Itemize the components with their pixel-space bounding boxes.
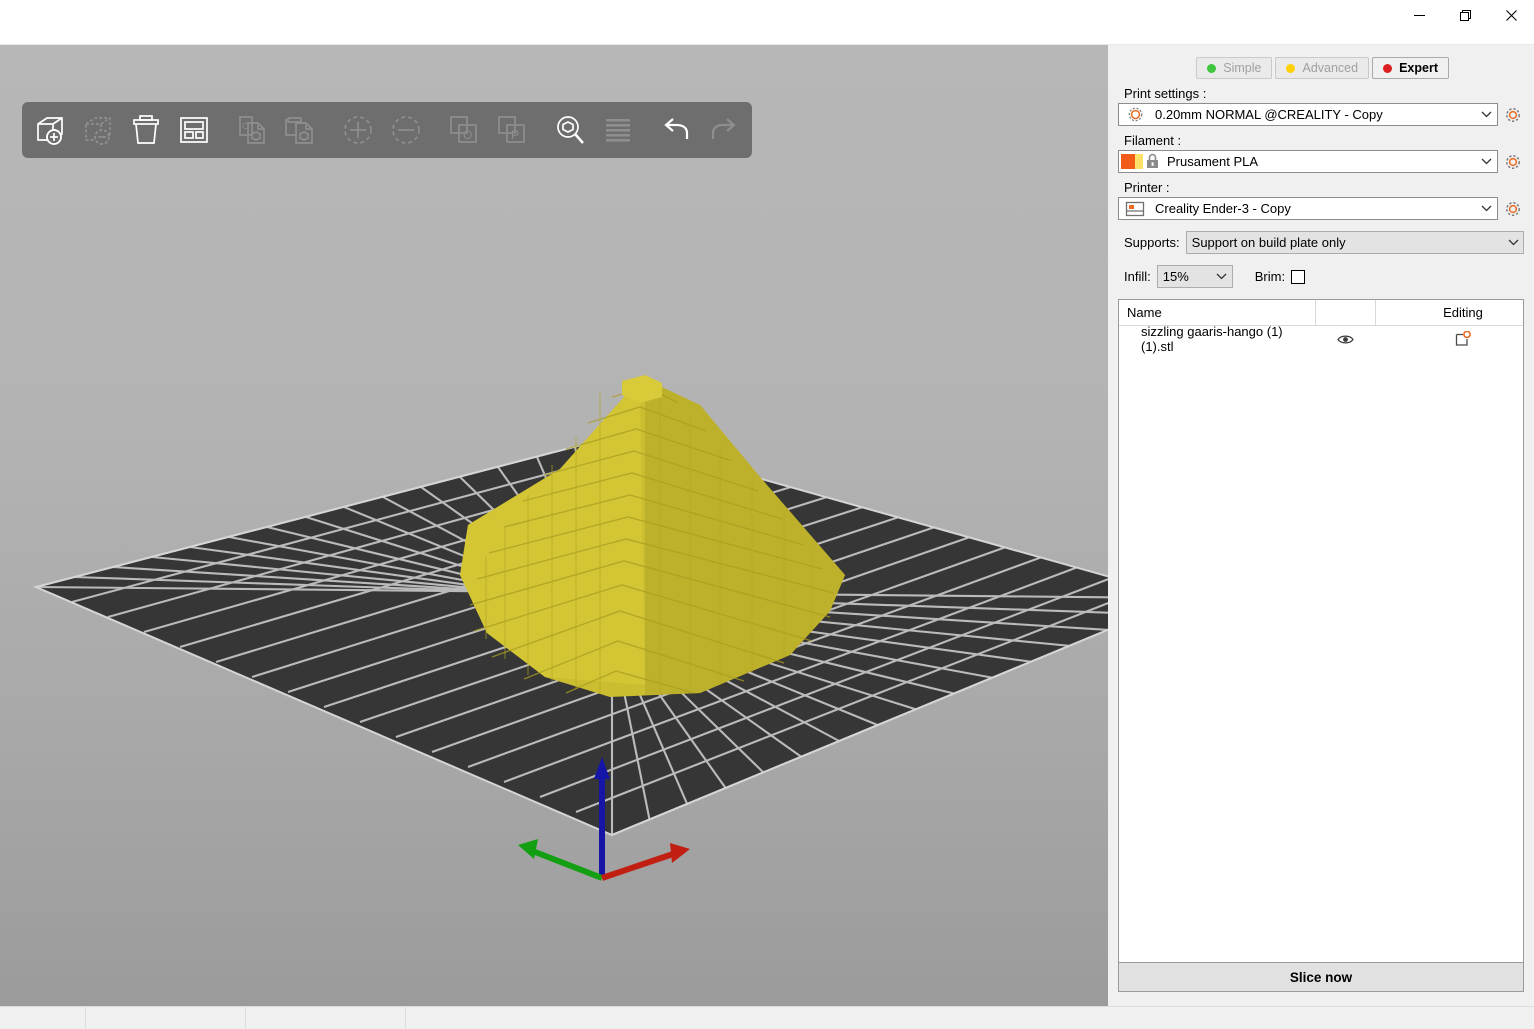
- object-list-header: Name Editing: [1119, 299, 1523, 326]
- chevron-down-icon[interactable]: [1475, 205, 1497, 212]
- delete-all-icon[interactable]: [122, 106, 170, 154]
- chevron-down-icon[interactable]: [1212, 273, 1232, 280]
- infill-combo[interactable]: 15%: [1156, 265, 1233, 288]
- mode-dot-expert: [1383, 63, 1393, 73]
- column-header-editing: Editing: [1443, 305, 1483, 320]
- object-name: sizzling gaaris-hango (1) (1).stl: [1141, 324, 1283, 354]
- mode-label-advanced: Advanced: [1302, 61, 1359, 75]
- model-object[interactable]: [460, 375, 845, 697]
- print-settings-combo[interactable]: 0.20mm NORMAL @CREALITY - Copy: [1118, 103, 1498, 126]
- supports-label: Supports:: [1124, 235, 1180, 250]
- mode-button-expert[interactable]: Expert: [1372, 57, 1449, 79]
- filament-combo[interactable]: Prusament PLA: [1118, 150, 1498, 173]
- menu-strip: [0, 31, 1534, 45]
- supports-value: Support on build plate only: [1191, 235, 1346, 250]
- filament-swatch-icon: [1119, 152, 1163, 171]
- print-settings-value: 0.20mm NORMAL @CREALITY - Copy: [1155, 107, 1383, 122]
- print-settings-gear-icon[interactable]: [1502, 104, 1524, 126]
- add-instance-icon: [334, 106, 382, 154]
- layers-icon: [594, 106, 642, 154]
- mode-label-expert: Expert: [1399, 61, 1438, 75]
- printer-preset-icon: [1119, 201, 1151, 217]
- top-toolbar[interactable]: C O P: [22, 102, 752, 158]
- remove-instance-icon: [382, 106, 430, 154]
- status-bar: [0, 1006, 1534, 1029]
- brim-label: Brim:: [1254, 269, 1286, 284]
- y-axis-arrow: [518, 839, 538, 859]
- svg-text:O: O: [463, 128, 472, 142]
- lock-icon: [1147, 153, 1158, 168]
- arrange-icon[interactable]: [170, 106, 218, 154]
- slice-now-button[interactable]: Slice now: [1118, 962, 1524, 992]
- object-list-row[interactable]: sizzling gaaris-hango (1) (1).stl: [1119, 324, 1523, 354]
- mode-button-simple[interactable]: Simple: [1196, 57, 1273, 79]
- search-icon[interactable]: [546, 106, 594, 154]
- mode-button-advanced[interactable]: Advanced: [1275, 57, 1370, 79]
- infill-label: Infill:: [1124, 269, 1151, 284]
- close-button[interactable]: [1488, 0, 1534, 30]
- undo-icon[interactable]: [652, 106, 700, 154]
- split-objects-icon: O: [440, 106, 488, 154]
- x-axis-arrow: [670, 843, 690, 863]
- status-cell-left: [0, 1006, 86, 1029]
- title-bar: [0, 0, 1534, 31]
- edit-object-icon[interactable]: [1403, 331, 1523, 347]
- redo-icon: [700, 106, 748, 154]
- paste-icon: [276, 106, 324, 154]
- infill-value: 15%: [1162, 269, 1189, 284]
- print-settings-preset-icon: [1119, 107, 1151, 122]
- chevron-down-icon[interactable]: [1475, 111, 1497, 118]
- status-cell-middle: [86, 1006, 246, 1029]
- add-icon[interactable]: [26, 106, 74, 154]
- mode-dot-simple: [1207, 63, 1217, 73]
- column-header-visibility: [1315, 299, 1375, 326]
- object-extruder-cell: [1375, 326, 1403, 352]
- copy-icon: C: [228, 106, 276, 154]
- maximize-button[interactable]: [1442, 0, 1488, 30]
- print-settings-row: 0.20mm NORMAL @CREALITY - Copy: [1118, 103, 1524, 126]
- split-parts-icon: P: [488, 106, 536, 154]
- delete-icon: [74, 106, 122, 154]
- chevron-down-icon[interactable]: [1503, 239, 1523, 246]
- mode-dot-advanced: [1286, 63, 1296, 73]
- infill-brim-row: Infill: 15% Brim:: [1118, 265, 1524, 288]
- print-settings-label: Print settings :: [1124, 86, 1207, 101]
- supports-row: Supports: Support on build plate only: [1118, 231, 1524, 254]
- mode-label-simple: Simple: [1223, 61, 1262, 75]
- y-axis: [528, 847, 604, 881]
- chevron-down-icon[interactable]: [1475, 158, 1497, 165]
- eye-icon[interactable]: [1315, 326, 1375, 352]
- filament-value: Prusament PLA: [1167, 154, 1259, 169]
- printer-combo[interactable]: Creality Ender-3 - Copy: [1118, 197, 1498, 220]
- filament-gear-icon[interactable]: [1502, 151, 1524, 173]
- printer-value: Creality Ender-3 - Copy: [1155, 201, 1291, 216]
- svg-text:P: P: [511, 128, 519, 142]
- x-axis: [601, 850, 677, 881]
- printer-label: Printer :: [1124, 180, 1170, 195]
- mode-selector[interactable]: Simple Advanced Expert: [1118, 45, 1524, 79]
- printer-row: Creality Ender-3 - Copy: [1118, 197, 1524, 220]
- printer-gear-icon[interactable]: [1502, 198, 1524, 220]
- 3d-viewport[interactable]: C O P: [0, 45, 1108, 1006]
- 3d-scene: [32, 375, 1108, 881]
- object-list[interactable]: Name Editing sizzling gaaris-hango (1) (…: [1118, 299, 1524, 987]
- application-window: C O P Simple Advanced Expert Print setti…: [0, 0, 1534, 1029]
- sidebar: Simple Advanced Expert Print settings :: [1108, 45, 1534, 1006]
- column-header-extruder: [1375, 299, 1403, 326]
- minimize-button[interactable]: [1396, 0, 1442, 30]
- filament-label: Filament :: [1124, 133, 1182, 148]
- column-header-name: Name: [1127, 305, 1162, 320]
- brim-checkbox[interactable]: [1291, 269, 1306, 284]
- filament-row: Prusament PLA: [1118, 150, 1524, 173]
- status-cell-right: [246, 1006, 406, 1029]
- supports-combo[interactable]: Support on build plate only: [1185, 231, 1524, 254]
